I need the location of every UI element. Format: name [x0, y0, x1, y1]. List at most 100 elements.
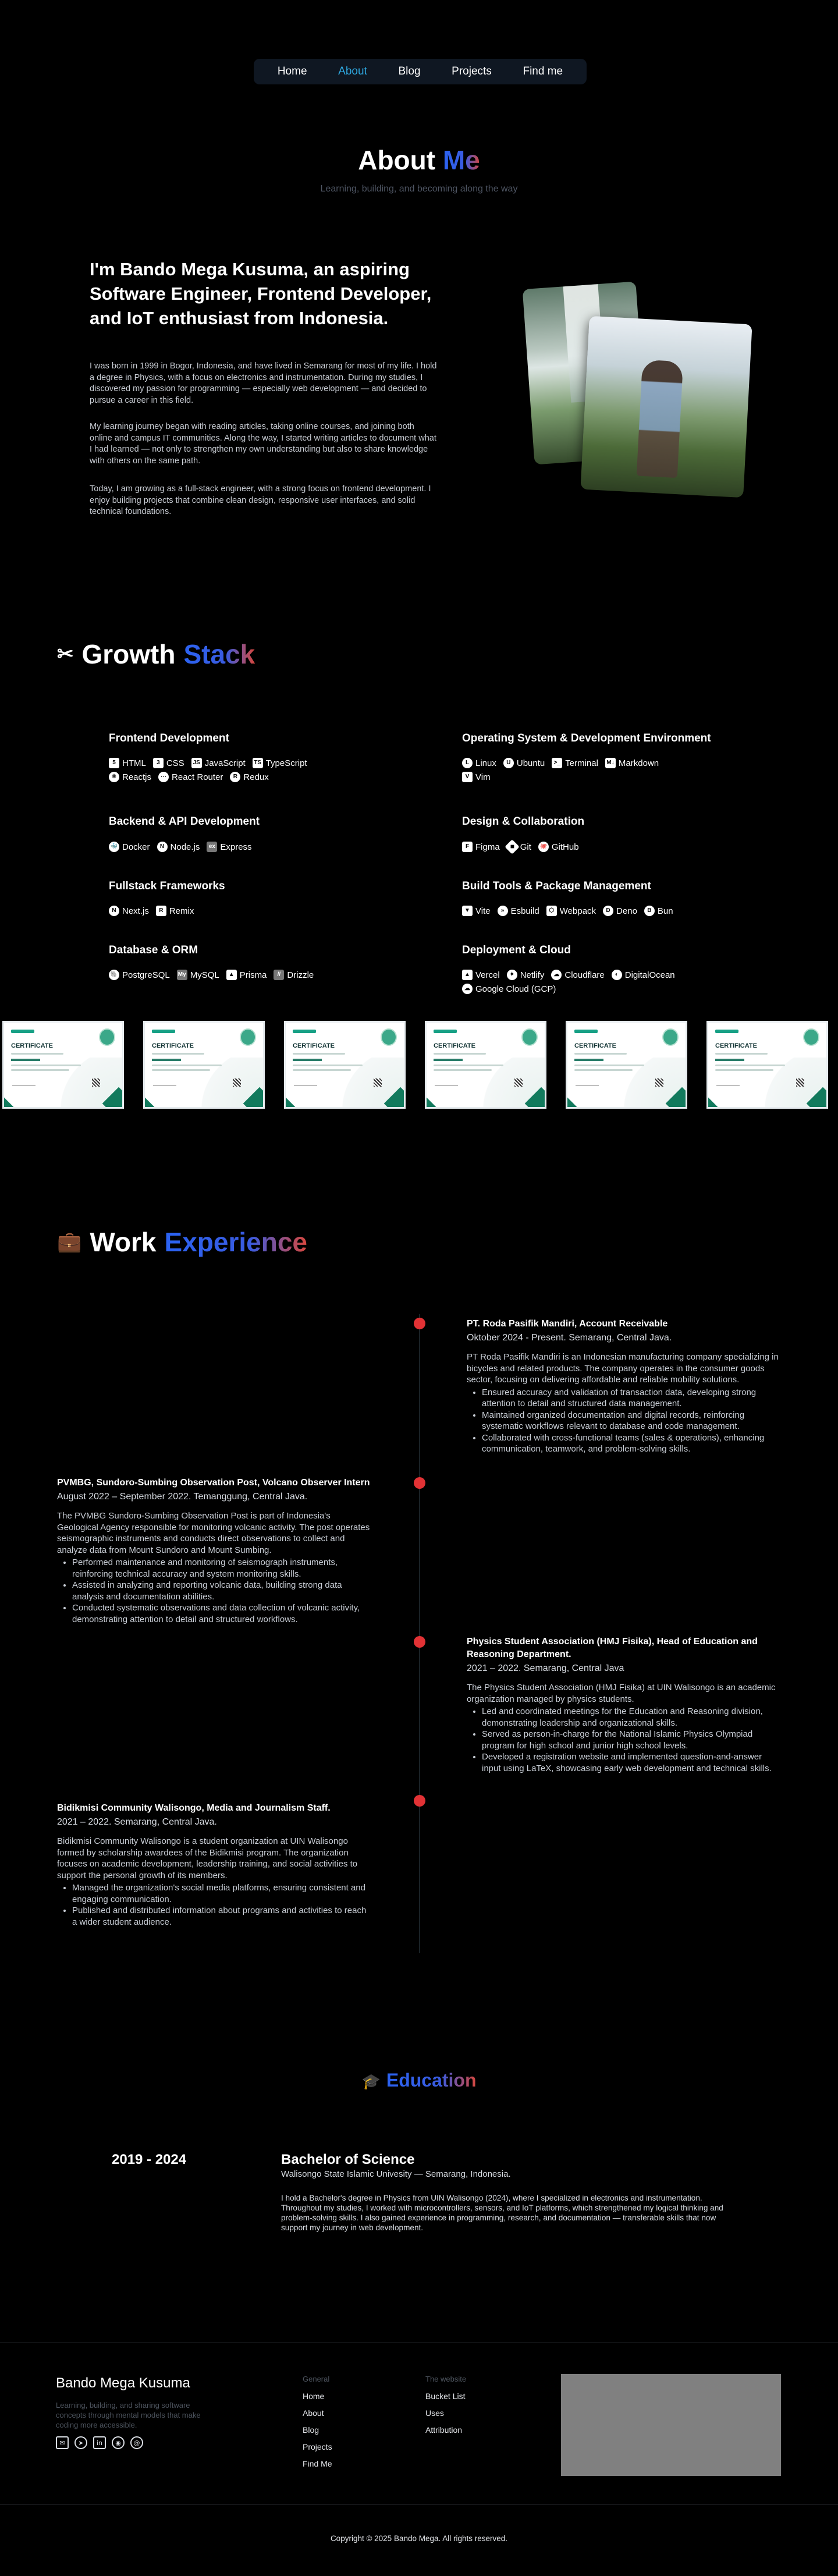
redux-icon: R: [230, 772, 241, 782]
stack-category-title: Fullstack Frameworks: [109, 880, 225, 892]
badge-icon: [662, 1028, 679, 1046]
job-bullet: Maintained organized documentation and d…: [482, 1410, 781, 1432]
certificate-card[interactable]: CERTIFICATE: [284, 1021, 406, 1109]
stack-item: N Node.js: [157, 842, 200, 852]
html-icon: 5: [109, 758, 119, 768]
job-date: August 2022 – September 2022. Temanggung…: [57, 1492, 308, 1502]
google-cloud-icon: ☁: [462, 984, 473, 994]
stack-item: ☁ Cloudflare: [551, 970, 605, 980]
deno-icon: D: [603, 906, 614, 916]
stack-item: U Ubuntu: [503, 758, 545, 768]
footer-link-bucket-list[interactable]: Bucket List: [425, 2392, 466, 2401]
job-bullets: Managed the organization's social media …: [72, 1882, 371, 1928]
markdown-icon: M↓: [605, 758, 616, 768]
esbuild-icon: »: [497, 906, 508, 916]
stack-items: F Figma ◆ Git 🐙 GitHub: [462, 839, 706, 854]
job-description: PT Roda Pasifik Mandiri is an Indonesian…: [467, 1352, 779, 1385]
nextjs-icon: N: [109, 906, 119, 916]
linkedin-icon[interactable]: in: [93, 2436, 106, 2449]
briefcase-icon: 💼: [57, 1231, 82, 1253]
email-icon[interactable]: ✉: [56, 2436, 69, 2449]
job-bullet: Performed maintenance and monitoring of …: [72, 1557, 371, 1580]
footer-link-projects[interactable]: Projects: [303, 2442, 332, 2451]
nodejs-icon: N: [157, 842, 168, 852]
copyright: Copyright © 2025 Bando Mega. All rights …: [330, 2534, 508, 2543]
nav-find-me[interactable]: Find me: [523, 65, 563, 78]
growth-stack-title: ✂ Growth Stack: [57, 638, 255, 670]
stack-item: TS TypeScript: [252, 758, 307, 768]
stack-item: R Redux: [230, 772, 269, 782]
graduation-cap-icon: 🎓: [361, 2073, 381, 2090]
growth-title-word: Growth: [81, 639, 176, 669]
certificate-label: CERTIFICATE: [293, 1042, 335, 1049]
badge-icon: [803, 1028, 819, 1046]
git-icon: ◆: [504, 839, 520, 854]
top-nav: Home About Blog Projects Find me: [254, 59, 587, 84]
telegram-icon[interactable]: ➤: [74, 2436, 87, 2449]
footer-link-home[interactable]: Home: [303, 2392, 332, 2401]
nav-blog[interactable]: Blog: [398, 65, 420, 78]
certificate-card[interactable]: CERTIFICATE: [143, 1021, 265, 1109]
typescript-icon: TS: [252, 758, 263, 768]
certificate-card[interactable]: CERTIFICATE: [566, 1021, 687, 1109]
qr-code-icon: [796, 1078, 804, 1087]
stack-item: 🐘 PostgreSQL: [109, 970, 170, 980]
job-title: PVMBG, Sundoro-Sumbing Observation Post,…: [57, 1478, 370, 1488]
ubuntu-icon: U: [503, 758, 514, 768]
netlify-icon: ✦: [506, 970, 517, 980]
job-bullet: Managed the organization's social media …: [72, 1882, 371, 1905]
stack-category-title: Build Tools & Package Management: [462, 880, 651, 892]
mysql-icon: My: [176, 970, 187, 980]
about-paragraph: Today, I am growing as a full-stack engi…: [90, 484, 431, 517]
nav-about[interactable]: About: [338, 65, 367, 78]
stack-item: >_ Terminal: [552, 758, 598, 768]
job-entry: Physics Student Association (HMJ Fisika)…: [467, 1635, 781, 1774]
react-icon: ⚛: [109, 772, 119, 782]
stack-item: L Linux: [462, 758, 496, 768]
footer-link-find-me[interactable]: Find Me: [303, 2459, 332, 2468]
stack-item: ▲ Prisma: [226, 970, 267, 980]
footer-link-blog[interactable]: Blog: [303, 2425, 332, 2435]
job-bullets: Led and coordinated meetings for the Edu…: [482, 1706, 781, 1774]
certificate-label: CERTIFICATE: [574, 1042, 616, 1049]
qr-code-icon: [233, 1078, 241, 1087]
qr-code-icon: [514, 1078, 523, 1087]
stack-items: L Linux U Ubuntu >_ Terminal M↓ Markdown V Vi…: [462, 758, 660, 782]
remix-icon: R: [155, 906, 166, 916]
threads-icon[interactable]: @: [130, 2436, 143, 2449]
certificate-card[interactable]: CERTIFICATE: [425, 1021, 546, 1109]
about-subtitle: Learning, building, and becoming along t…: [320, 184, 518, 194]
footer-link-uses[interactable]: Uses: [425, 2408, 466, 2418]
stack-category-title: Frontend Development: [109, 732, 229, 744]
badge-icon: [381, 1028, 397, 1046]
bun-icon: B: [644, 906, 655, 916]
about-title-word: About: [358, 145, 436, 175]
certificate-card[interactable]: CERTIFICATE: [2, 1021, 124, 1109]
timeline-line: [419, 1314, 420, 1953]
nav-projects[interactable]: Projects: [452, 65, 492, 78]
stack-items: ▼ Vite » Esbuild ⬡ Webpack D Deno B Bun: [462, 906, 730, 916]
stack-item: F Figma: [462, 842, 500, 852]
footer-link-about[interactable]: About: [303, 2408, 332, 2418]
certificate-card[interactable]: CERTIFICATE: [706, 1021, 828, 1109]
vercel-icon: ▲: [462, 970, 473, 980]
job-entry: Bidikmisi Community Walisongo, Media and…: [57, 1802, 371, 1928]
certificate-carousel[interactable]: CERTIFICATE CERTIFICATE CERTIFICATE CERT…: [2, 1021, 836, 1110]
stack-item: » Esbuild: [497, 906, 539, 916]
about-paragraph: My learning journey began with reading a…: [90, 422, 436, 466]
footer-tagline: Learning, building, and sharing software…: [56, 2401, 201, 2429]
stack-items: 🐳 Docker N Node.js ex Express: [109, 842, 353, 852]
footer-link-attribution[interactable]: Attribution: [425, 2425, 466, 2435]
stack-item: D Deno: [603, 906, 637, 916]
stack-item: ☁ Google Cloud (GCP): [462, 984, 556, 994]
prisma-icon: ▲: [226, 970, 237, 980]
timeline-dot: [414, 1318, 425, 1329]
github-icon[interactable]: ◉: [112, 2436, 125, 2449]
stack-item: ◆ Git: [504, 839, 531, 854]
javascript-icon: JS: [191, 758, 202, 768]
nav-home[interactable]: Home: [278, 65, 307, 78]
footer-website-column: The website Bucket List Uses Attribution: [425, 2375, 466, 2442]
education-description: I hold a Bachelor's degree in Physics fr…: [281, 2194, 723, 2232]
social-links: ✉ ➤ in ◉ @: [56, 2436, 143, 2449]
stack-item: //Drizzle: [274, 970, 314, 980]
